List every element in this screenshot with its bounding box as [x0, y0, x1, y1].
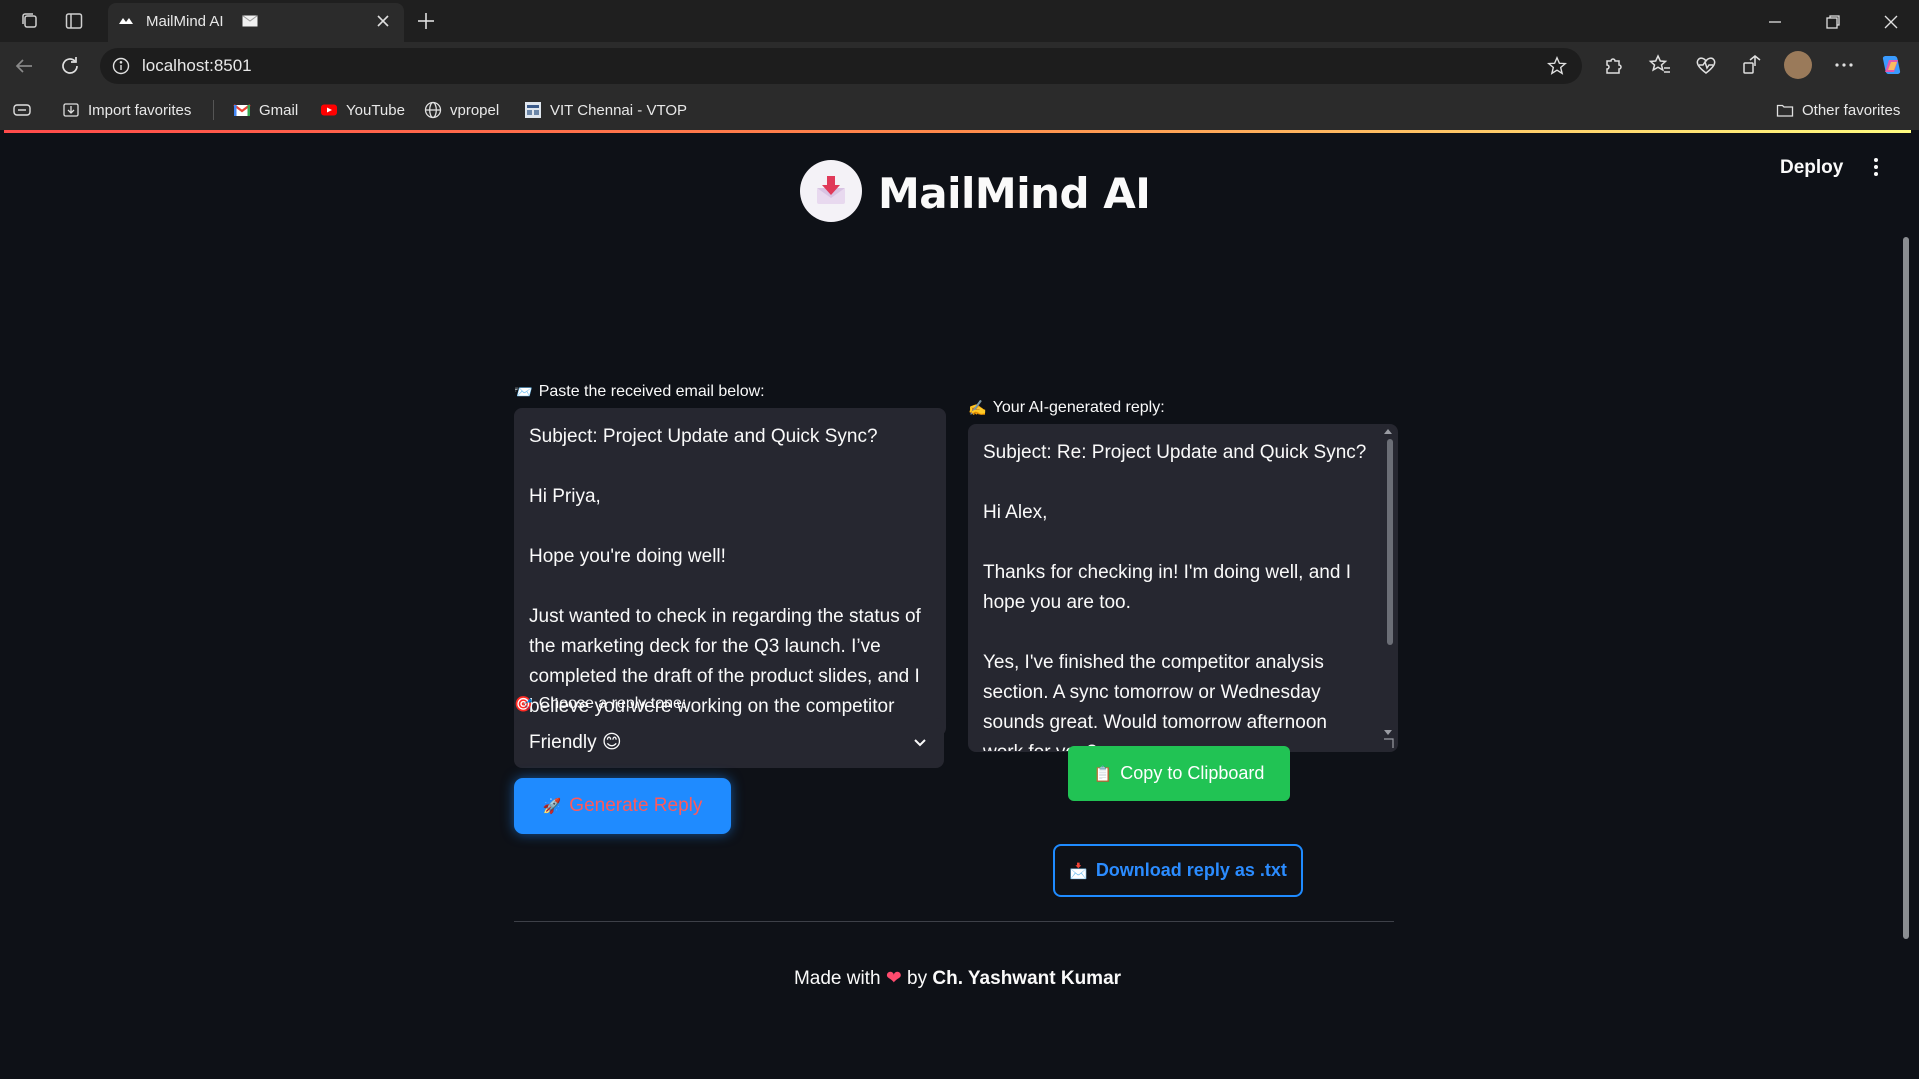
tone-label-text: Choose a reply tone:	[538, 695, 687, 712]
bookmark-label: Import favorites	[88, 101, 192, 119]
reply-output-label-text: Your AI-generated reply:	[992, 399, 1165, 416]
other-favorites-label: Other favorites	[1802, 101, 1901, 119]
more-menu-icon[interactable]	[1831, 52, 1857, 78]
vertical-tabs-icon[interactable]	[64, 11, 84, 31]
chevron-down-icon[interactable]	[912, 735, 928, 751]
browser-tab-active[interactable]: MailMind AI	[108, 3, 404, 42]
tone-select[interactable]: Friendly 😊	[514, 718, 944, 768]
reply-textarea-scrollbar[interactable]	[1387, 439, 1393, 645]
copilot-icon[interactable]	[1878, 52, 1904, 78]
gmail-icon	[233, 104, 251, 116]
reload-icon[interactable]	[58, 54, 82, 78]
bookmark-label: Gmail	[259, 101, 299, 119]
reply-output-text[interactable]: Subject: Re: Project Update and Quick Sy…	[969, 425, 1397, 751]
back-arrow-icon[interactable]	[12, 54, 36, 78]
clipboard-icon: 📋	[1093, 764, 1113, 783]
main-menu-icon[interactable]	[1872, 155, 1880, 179]
minimize-icon[interactable]	[1763, 10, 1787, 34]
bookmark-label: vpropel	[450, 101, 500, 119]
bookmark-gmail[interactable]: Gmail	[233, 100, 298, 120]
omnibox[interactable]: localhost:8501	[100, 48, 1582, 84]
copy-to-clipboard-button[interactable]: 📋 Copy to Clipboard	[1068, 746, 1290, 801]
vtop-icon	[525, 102, 541, 118]
email-input-textarea[interactable]: Subject: Project Update and Quick Sync? …	[514, 408, 946, 736]
page-title: MailMind AI	[878, 169, 1151, 218]
tab-title: MailMind AI	[146, 13, 224, 30]
bookmark-label: VIT Chennai - VTOP	[550, 101, 688, 119]
bookmark-other-favorites[interactable]: Other favorites	[1776, 100, 1900, 120]
footer-divider	[514, 921, 1394, 922]
bookmark-youtube[interactable]: YouTube	[320, 100, 405, 120]
tab-close-icon[interactable]	[374, 12, 392, 30]
app-main: Deploy MailMind AI 📨 Paste the received …	[4, 133, 1911, 1079]
email-input-text[interactable]: Subject: Project Update and Quick Sync? …	[515, 409, 945, 735]
heart-icon: ❤	[885, 967, 902, 989]
footer-prefix: Made with	[793, 968, 881, 989]
extensions-icon[interactable]	[1601, 52, 1627, 78]
bookmark-separator	[213, 100, 214, 120]
page-scrollbar[interactable]	[1899, 133, 1911, 1079]
new-tab-icon[interactable]	[414, 9, 438, 33]
inbox-download-icon	[817, 176, 845, 204]
footer-by: by	[907, 968, 928, 989]
rocket-icon: 🚀	[542, 797, 562, 815]
footer-author: Ch. Yashwant Kumar	[932, 968, 1122, 989]
collections-icon[interactable]	[12, 101, 32, 119]
generate-reply-label: Generate Reply	[569, 795, 703, 816]
folder-icon	[1776, 104, 1794, 117]
incoming-envelope-icon: 📨	[514, 383, 533, 401]
copy-label: Copy to Clipboard	[1120, 763, 1265, 783]
page-scrollbar-thumb[interactable]	[1903, 237, 1909, 939]
download-reply-button[interactable]: 📩 Download reply as .txt	[1053, 844, 1303, 897]
reply-output-textarea[interactable]: Subject: Re: Project Update and Quick Sy…	[968, 424, 1398, 752]
streamlit-favicon-icon	[119, 18, 133, 24]
writing-hand-icon: ✍️	[968, 399, 987, 417]
textarea-scroll-down-icon[interactable]	[1384, 730, 1392, 735]
textarea-scroll-up-icon[interactable]	[1384, 429, 1392, 434]
share-icon[interactable]	[1739, 52, 1765, 78]
workspaces-icon[interactable]	[20, 11, 40, 31]
import-icon	[63, 103, 79, 117]
site-info-icon[interactable]	[112, 57, 130, 75]
bookmark-vit-chennai[interactable]: VIT Chennai - VTOP	[524, 100, 687, 120]
download-label: Download reply as .txt	[1095, 860, 1287, 880]
bookmark-label: YouTube	[346, 101, 405, 119]
browser-essentials-icon[interactable]	[1693, 52, 1719, 78]
email-input-label: 📨 Paste the received email below:	[514, 383, 765, 401]
bookmark-import-favorites[interactable]: Import favorites	[62, 100, 191, 120]
bookmarks-bar: Import favorites Gmail YouTube vpropel V…	[0, 90, 1919, 130]
window-close-icon[interactable]	[1879, 10, 1903, 34]
tone-label: 🎯 Choose a reply tone:	[514, 695, 686, 713]
favorites-icon[interactable]	[1647, 52, 1673, 78]
favorite-star-icon[interactable]	[1546, 55, 1568, 77]
tone-selected-value: Friendly 😊	[529, 732, 622, 753]
youtube-icon	[321, 104, 337, 116]
generate-reply-button[interactable]: 🚀 Generate Reply	[514, 778, 731, 834]
email-input-label-text: Paste the received email below:	[538, 383, 765, 400]
globe-icon	[424, 101, 442, 119]
browser-tab-strip: MailMind AI	[0, 0, 1919, 42]
restore-icon[interactable]	[1821, 10, 1845, 34]
reply-output-label: ✍️ Your AI-generated reply:	[968, 399, 1165, 417]
envelope-arrow-icon: 📩	[1069, 861, 1088, 880]
url-text[interactable]: localhost:8501	[142, 56, 252, 76]
deploy-button[interactable]: Deploy	[1780, 157, 1843, 179]
app-logo	[800, 160, 862, 222]
footer: Made with ❤ by Ch. Yashwant Kumar	[4, 967, 1911, 990]
address-bar-row: localhost:8501	[0, 42, 1919, 90]
bookmark-vpropel[interactable]: vpropel	[424, 100, 499, 120]
profile-avatar[interactable]	[1784, 51, 1812, 79]
target-icon: 🎯	[514, 695, 533, 713]
resize-handle-icon[interactable]	[1383, 737, 1395, 749]
mail-envelope-icon	[242, 15, 258, 27]
